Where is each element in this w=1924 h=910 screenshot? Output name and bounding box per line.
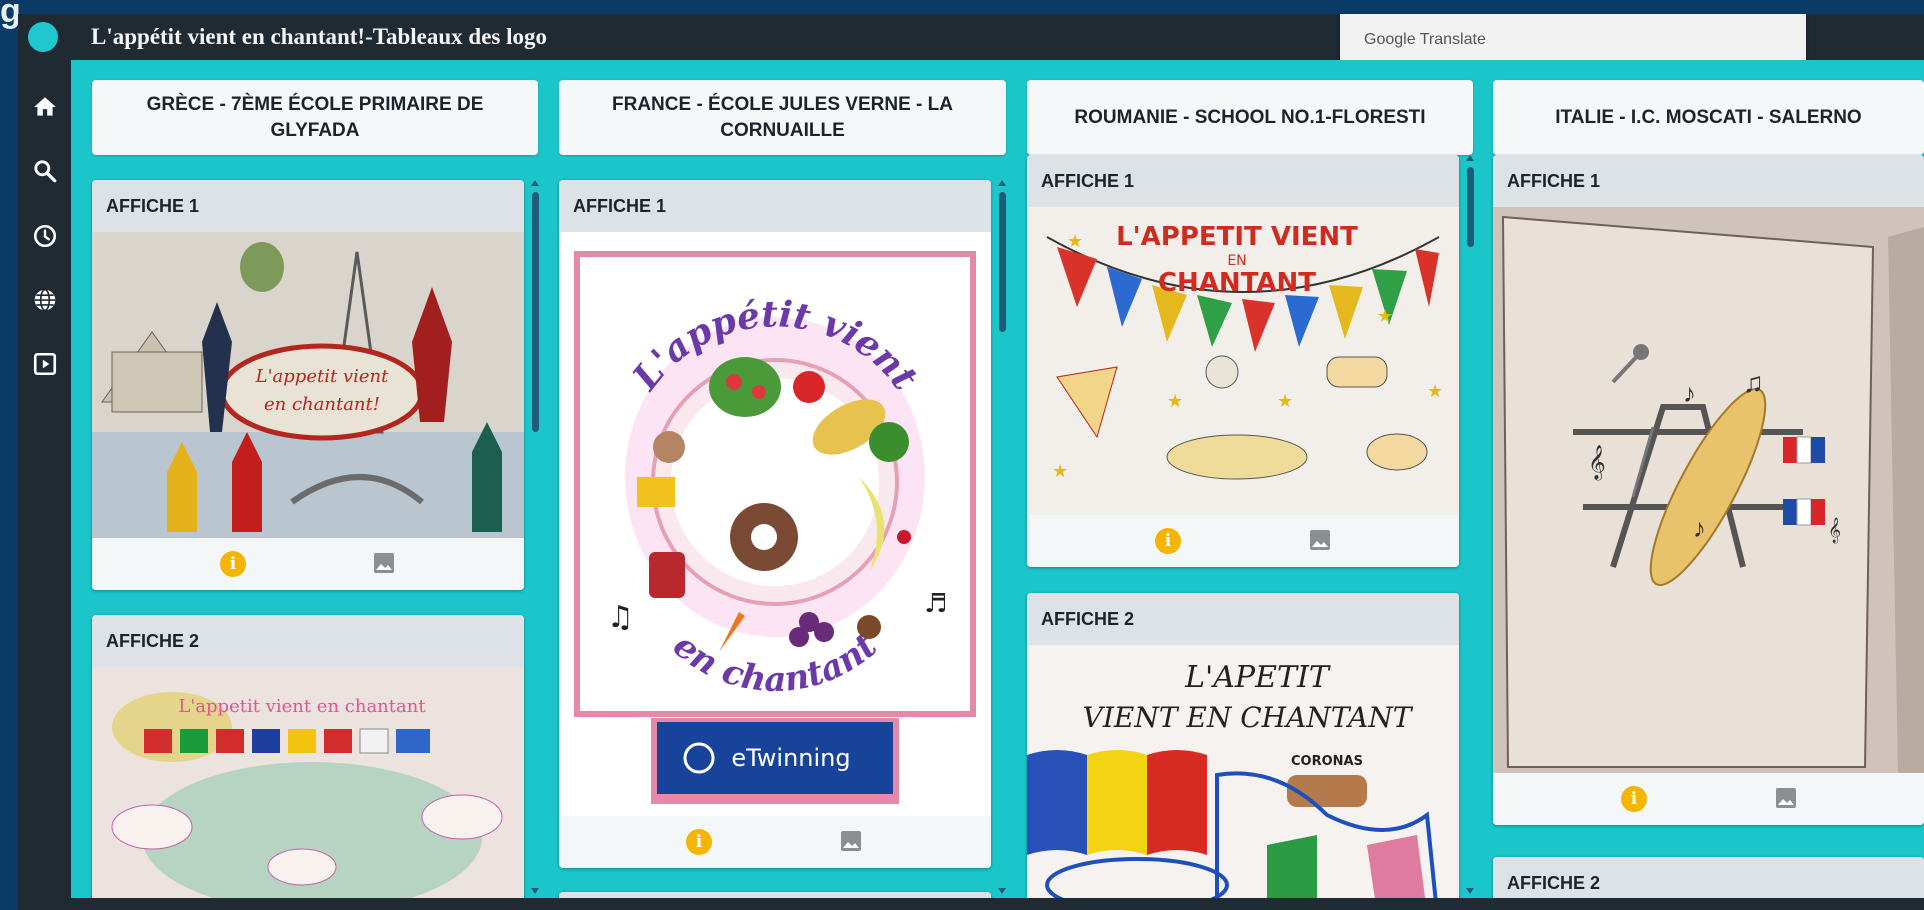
- svg-text:♪: ♪: [1683, 378, 1696, 408]
- scrollbar-thumb[interactable]: [999, 192, 1006, 332]
- column-header-france: FRANCE - ÉCOLE JULES VERNE - LA CORNUAIL…: [559, 80, 1006, 155]
- poster-text: EN: [1227, 253, 1246, 269]
- browser-top-strip: [0, 0, 1924, 14]
- scrollbar-thumb[interactable]: [532, 192, 539, 432]
- image-icon[interactable]: [839, 829, 863, 853]
- post-title: AFFICHE 1: [1493, 155, 1924, 207]
- app-bar: L'appétit vient en chantant!-Tableaux de…: [18, 14, 1924, 69]
- app-logo[interactable]: [28, 22, 58, 52]
- poster-text: en chantant!: [264, 394, 380, 415]
- bottom-bar: [71, 898, 1924, 910]
- svg-text:★: ★: [1167, 391, 1183, 411]
- post-image-italy-affiche-1[interactable]: 𝄞 ♪ ♫ ♪ 𝄞: [1493, 207, 1924, 773]
- image-icon[interactable]: [1774, 786, 1798, 810]
- svg-text:★: ★: [1052, 461, 1068, 481]
- svg-text:𝄞: 𝄞: [1828, 517, 1841, 543]
- post-title: AFFICHE 1: [559, 180, 991, 232]
- svg-text:★: ★: [1377, 306, 1393, 326]
- post-card[interactable]: AFFICHE 2 L'APETIT VIENT EN CHANTANT COR…: [1027, 593, 1459, 898]
- etwinning-badge: eTwinning: [731, 744, 850, 772]
- home-icon[interactable]: [30, 92, 60, 122]
- post-card[interactable]: AFFICHE 1 L'APPETIT VIENT EN CHANTANT ★ …: [1027, 155, 1459, 567]
- globe-icon[interactable]: [30, 285, 60, 315]
- slideshow-icon[interactable]: [30, 349, 60, 379]
- svg-text:♫: ♫: [607, 600, 634, 635]
- column-scrollbar[interactable]: [998, 180, 1007, 898]
- search-icon[interactable]: [30, 156, 60, 186]
- padlet-board: GRÈCE - 7ÈME ÉCOLE PRIMAIRE DE GLYFADA A…: [71, 60, 1924, 898]
- clock-icon[interactable]: [30, 221, 60, 251]
- svg-text:★: ★: [1427, 381, 1443, 401]
- post-image-france-affiche-1[interactable]: L'appétit vient en chantant ♫ ♬ eTwinnin…: [559, 232, 991, 816]
- image-icon[interactable]: [372, 551, 396, 575]
- post-card[interactable]: AFFICHE 2 L'appetit vient en chantant: [92, 615, 524, 898]
- post-title: AFFICHE 2: [92, 615, 524, 667]
- svg-text:♫: ♫: [1743, 367, 1764, 398]
- post-card[interactable]: AFFICHE 1 𝄞 ♪ ♫ ♪ 𝄞 i: [1493, 155, 1924, 825]
- svg-text:♪: ♪: [1693, 513, 1706, 543]
- info-icon[interactable]: i: [686, 829, 712, 855]
- column-scrollbar[interactable]: [531, 180, 540, 898]
- column-header-italy: ITALIE - I.C. MOSCATI - SALERNO: [1493, 80, 1924, 155]
- svg-text:★: ★: [1067, 231, 1083, 251]
- post-image-romania-affiche-1[interactable]: L'APPETIT VIENT EN CHANTANT ★ ★ ★ ★ ★ ★: [1027, 207, 1459, 515]
- poster-text: L'APETIT: [1184, 660, 1331, 695]
- post-image-romania-affiche-2[interactable]: L'APETIT VIENT EN CHANTANT CORONAS: [1027, 645, 1459, 898]
- post-actions: i: [559, 816, 991, 868]
- post-actions: i: [1493, 773, 1924, 825]
- google-translate-label: Google Translate: [1364, 31, 1486, 48]
- column-header-greece: GRÈCE - 7ÈME ÉCOLE PRIMAIRE DE GLYFADA: [92, 80, 538, 155]
- post-actions: i: [1027, 515, 1459, 567]
- info-icon[interactable]: i: [220, 551, 246, 577]
- info-icon[interactable]: i: [1155, 528, 1181, 554]
- column-scrollbar[interactable]: [1466, 155, 1475, 898]
- poster-text: L'APPETIT VIENT: [1116, 222, 1358, 252]
- post-actions: i: [92, 538, 524, 590]
- page-title: L'appétit vient en chantant!-Tableaux de…: [91, 24, 548, 49]
- post-title: AFFICHE 2: [1027, 593, 1459, 645]
- poster-text: CORONAS: [1291, 754, 1363, 769]
- post-image-greece-affiche-2[interactable]: L'appetit vient en chantant: [92, 667, 524, 898]
- column-header-romania: ROUMANIE - SCHOOL NO.1-FLORESTI: [1027, 80, 1473, 155]
- post-card[interactable]: AFFICHE 1 L'appetit vient en chantant! i: [92, 180, 524, 590]
- info-icon[interactable]: i: [1621, 786, 1647, 812]
- scrollbar-thumb[interactable]: [1467, 167, 1474, 247]
- post-image-greece-affiche-1[interactable]: L'appetit vient en chantant!: [92, 232, 524, 538]
- svg-text:𝄞: 𝄞: [1588, 445, 1606, 481]
- svg-text:♬: ♬: [924, 589, 947, 619]
- post-card[interactable]: AFFICHE 1 L'appétit vient en chantant ♫ …: [559, 180, 991, 868]
- image-icon[interactable]: [1308, 528, 1332, 552]
- post-card[interactable]: AFFICHE 2: [1493, 857, 1924, 898]
- poster-text: L'appetit vient en chantant: [178, 696, 426, 717]
- sidebar: [18, 60, 71, 910]
- poster-text: VIENT EN CHANTANT: [1083, 701, 1414, 734]
- post-title: AFFICHE 2: [1493, 857, 1924, 898]
- poster-text: CHANTANT: [1158, 268, 1316, 298]
- svg-text:★: ★: [1277, 391, 1293, 411]
- post-title: AFFICHE 1: [1027, 155, 1459, 207]
- poster-text: L'appetit vient: [255, 366, 389, 387]
- post-title: AFFICHE 1: [92, 180, 524, 232]
